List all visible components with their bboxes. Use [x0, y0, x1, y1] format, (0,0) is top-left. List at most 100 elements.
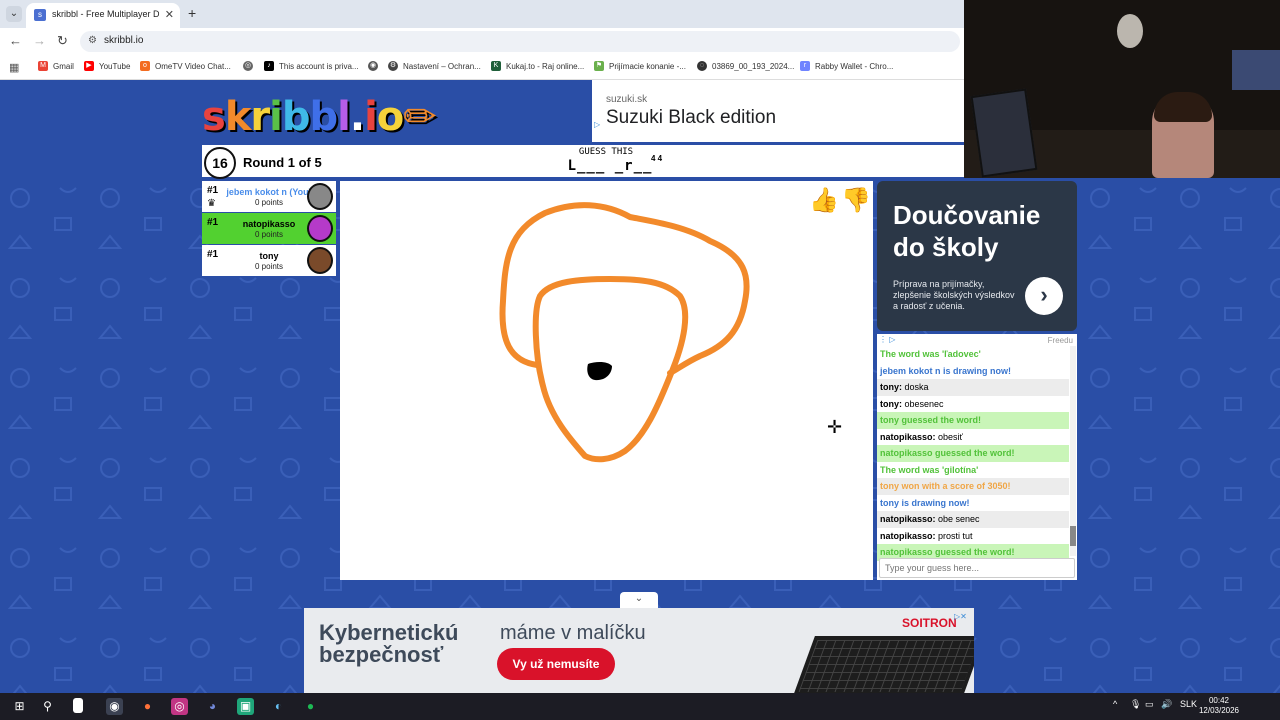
clock-date: 12/03/2026 — [1198, 706, 1240, 715]
site-info-icon[interactable]: ⚙ — [88, 35, 97, 46]
file-icon[interactable] — [73, 698, 83, 713]
bottom-ad-slogan: máme v malíčku — [500, 622, 646, 644]
forward-icon[interactable]: → — [33, 33, 46, 48]
tab-search-button[interactable]: ⌄ — [6, 6, 22, 22]
clock-time: 00:42 — [1208, 696, 1230, 705]
thumbs-up-icon[interactable]: 👍 — [809, 186, 839, 215]
word-length-count: 4 4 — [651, 154, 663, 163]
bottom-ad-banner[interactable]: Kybernetickú bezpečnosť máme v malíčku V… — [304, 608, 974, 693]
player-rank: #1 — [207, 249, 219, 260]
app-icon[interactable]: ▣ — [237, 698, 254, 715]
bottom-ad-button[interactable]: Vy už nemusíte — [497, 648, 615, 680]
drawing-strokes — [499, 202, 750, 463]
player-avatar — [307, 247, 333, 274]
ad-choices-icon[interactable]: ▷✕ — [954, 612, 967, 621]
chat-message: natopikasso guessed the word! — [877, 445, 1069, 462]
chat-text: prosti tut — [938, 530, 973, 541]
logo-letter: o — [376, 94, 405, 140]
network-icon[interactable]: ▭ — [1145, 699, 1154, 710]
collapse-ad-button[interactable]: ⌄ — [620, 592, 658, 608]
bookmark-settings[interactable]: ⚙ Nastavení – Ochran... — [388, 61, 481, 71]
thumbs-down-icon[interactable]: 👎 — [841, 186, 871, 215]
chat-scrollbar[interactable] — [1070, 346, 1076, 556]
keyboard-image — [793, 636, 974, 693]
word-hint: L___ _r__ — [567, 158, 653, 174]
player-row[interactable]: #1 ♛ jebem kokot n (You) 0 points — [202, 181, 336, 212]
bookmarks-bar: ▦ M Gmail ▶ YouTube o OmeTV Video Chat... ◎… — [0, 55, 964, 80]
logo-letter: r — [250, 94, 270, 140]
new-tab-button[interactable]: + — [188, 5, 196, 21]
chevron-up-icon[interactable]: ^ — [1113, 699, 1117, 709]
search-icon[interactable]: ⚲ — [39, 698, 56, 715]
bookmark-chrome[interactable]: ◉ — [368, 61, 383, 71]
clock[interactable]: 00:42 12/03/2026 — [1196, 696, 1242, 716]
kukaj-icon: K — [491, 61, 501, 71]
reload-icon[interactable]: ↻ — [57, 33, 68, 49]
apps-grid-icon[interactable]: ▦ — [9, 61, 19, 74]
bookmark-youtube[interactable]: ▶ YouTube — [84, 61, 130, 71]
cam-lamp — [1117, 14, 1143, 48]
back-icon[interactable]: ← — [9, 33, 22, 48]
chat-username: natopikasso: — [880, 530, 939, 541]
chat-text: doska — [904, 382, 929, 392]
chat-message: The word was 'gilotína' — [880, 464, 979, 475]
player-points: 0 points — [254, 198, 284, 207]
player-rank: #1 — [207, 185, 219, 196]
logo-letter: i — [269, 94, 283, 140]
ad-choices-icon[interactable]: ▷ — [594, 120, 600, 129]
steam-icon[interactable]: ◐ — [270, 698, 287, 715]
bookmark-ometv[interactable]: o OmeTV Video Chat... — [140, 61, 231, 71]
firefox-icon[interactable]: ● — [139, 698, 156, 715]
side-ad-subtitle: Príprava na prijímačky, zlepšenie školsk… — [893, 279, 1015, 311]
player-rank: #1 — [207, 217, 219, 228]
language-indicator[interactable]: SLK — [1180, 699, 1197, 709]
logo-letter: ✏ — [403, 94, 437, 140]
volume-icon[interactable]: 🔊 — [1161, 699, 1172, 710]
discord-icon[interactable]: ◕ — [204, 698, 221, 715]
scrollbar-thumb[interactable] — [1070, 526, 1076, 546]
player-row[interactable]: #1 natopikasso 0 points — [202, 213, 336, 244]
microphone-icon[interactable]: 🎙 — [1130, 699, 1141, 710]
close-tab-icon[interactable]: ✕ — [165, 8, 174, 21]
youtube-icon: ▶ — [84, 61, 94, 71]
chevron-right-icon[interactable]: › — [1025, 277, 1063, 315]
bookmark-rabby[interactable]: r Rabby Wallet - Chro... — [800, 61, 893, 71]
gear-icon: ⚙ — [388, 61, 398, 71]
player-points: 0 points — [254, 230, 284, 239]
logo-letter: s — [202, 94, 226, 140]
drawing-canvas[interactable] — [340, 181, 873, 580]
webcam-overlay — [964, 0, 1280, 178]
spotify-icon[interactable]: ● — [302, 698, 319, 715]
bookmark-document[interactable]: ◌ 03869_00_193_2024... — [697, 61, 794, 71]
logo-letter: b — [309, 94, 339, 140]
chat-text: obesiť — [938, 431, 963, 442]
player-row[interactable]: #1 tony 0 points — [202, 245, 336, 276]
tiktok-icon: ♪ — [264, 61, 274, 71]
bookmark-gmail[interactable]: M Gmail — [38, 61, 74, 71]
ad-choices-icon[interactable]: ⋮ ▷ — [879, 335, 895, 344]
side-ad-title: Doučovanie do školy — [893, 200, 1041, 262]
guess-input[interactable] — [879, 558, 1075, 578]
address-bar[interactable]: ⚙ skribbl.io — [80, 31, 960, 52]
logo-letter: l — [337, 94, 351, 140]
bookmark-tiktok[interactable]: ♪ This account is priva... — [264, 61, 359, 71]
logo-letter: k — [224, 94, 252, 140]
cam-person-hair — [1154, 92, 1212, 122]
chrome-taskbar-icon[interactable]: ◉ — [106, 698, 123, 715]
instagram-icon[interactable]: ◎ — [171, 698, 188, 715]
document-icon: ◌ — [697, 61, 707, 71]
guess-this-label: GUESS THIS — [578, 147, 634, 157]
bottom-ad-title: Kybernetickú bezpečnosť — [319, 620, 459, 667]
chat-ad-strip[interactable]: ⋮ ▷ Freedu — [877, 334, 1077, 346]
skribbl-logo[interactable]: skribbl.io✏ — [202, 94, 437, 140]
windows-start-icon[interactable]: ⊞ — [11, 698, 28, 715]
bookmark-globe[interactable]: ◎ — [243, 61, 258, 71]
chat-username: natopikasso: — [880, 431, 939, 442]
bottom-ad-brand: SOITRON — [902, 616, 957, 630]
top-ad-banner[interactable]: ▷ suzuki.sk Suzuki Black edition — [592, 80, 964, 142]
bookmark-prijimacie[interactable]: ⚑ Prijímacie konanie -... — [594, 61, 686, 71]
browser-tab[interactable]: s skribbl - Free Multiplayer Draw... ✕ — [26, 3, 180, 28]
side-ad-banner[interactable]: Doučovanie do školy Príprava na prijímač… — [877, 181, 1077, 331]
bookmark-kukaj[interactable]: K Kukaj.to - Raj online... — [491, 61, 584, 71]
ad-title: Suzuki Black edition — [606, 107, 777, 128]
